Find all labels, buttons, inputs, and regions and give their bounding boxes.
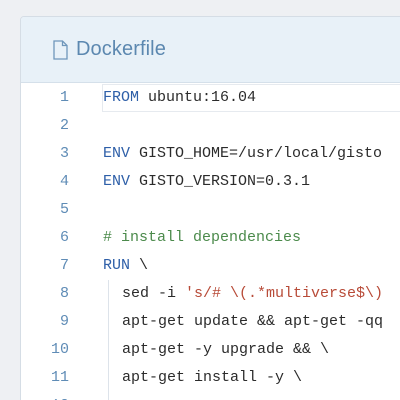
code-line[interactable]: 3 ENV GISTO_HOME=/usr/local/gisto — [21, 140, 400, 168]
string-token: 's/# \(.*multiverse$\) — [185, 285, 384, 302]
code-line[interactable]: 10 apt-get -y upgrade && \ — [21, 336, 400, 364]
line-code: # install dependencies — [103, 224, 301, 252]
line-number: 7 — [59, 257, 69, 274]
keyword-token: FROM — [103, 89, 140, 106]
code-token: apt-get install -y \ — [122, 369, 303, 386]
code-token: apt-get -y upgrade && \ — [122, 341, 330, 358]
line-code: apt-get -y upgrade && \ — [122, 336, 329, 364]
keyword-token: ENV — [103, 173, 131, 190]
code-token: sed -i — [122, 285, 186, 302]
file-icon — [53, 39, 68, 60]
code-line[interactable]: 5 — [21, 196, 400, 224]
line-code: sed -i 's/# \(.*multiverse$\) — [122, 280, 383, 308]
code-line[interactable]: 7 RUN \ — [21, 252, 400, 280]
line-number: 12 — [21, 392, 69, 400]
code-line[interactable]: 9 apt-get update && apt-get -qq — [21, 308, 400, 336]
code-view[interactable]: 1 FROM ubuntu:16.04 2 3 ENV GISTO_HOME=/usr/… — [21, 84, 400, 400]
code-line[interactable]: 12 — [21, 392, 400, 400]
code-token: GISTO_VERSION=0.3.1 — [130, 173, 311, 190]
line-number: 6 — [59, 229, 69, 246]
line-code: ENV GISTO_HOME=/usr/local/gisto — [103, 140, 382, 168]
code-file-card: Dockerfile 1 FROM ubuntu:16.04 2 3 ENV GISTO… — [20, 16, 400, 400]
code-token: ubuntu:16.04 — [139, 89, 257, 106]
code-token: \ — [130, 257, 149, 274]
line-number: 5 — [59, 201, 69, 218]
line-code: ENV GISTO_VERSION=0.3.1 — [103, 168, 310, 196]
code-token: GISTO_HOME=/usr/local/gisto — [130, 145, 383, 162]
line-number: 1 — [59, 89, 69, 106]
line-number: 3 — [59, 145, 69, 162]
keyword-token: RUN — [103, 257, 131, 274]
line-number: 11 — [50, 369, 69, 386]
keyword-token: ENV — [103, 145, 131, 162]
code-line[interactable]: 8 sed -i 's/# \(.*multiverse$\) — [21, 280, 400, 308]
code-line[interactable]: 11 apt-get install -y \ — [21, 364, 400, 392]
code-line[interactable]: 1 FROM ubuntu:16.04 — [21, 84, 400, 112]
line-number: 10 — [50, 341, 69, 358]
line-number: 8 — [59, 285, 69, 302]
line-code: RUN \ — [103, 252, 148, 280]
file-title: Dockerfile — [76, 38, 166, 60]
line-number: 9 — [59, 313, 69, 330]
indent-guide — [108, 308, 109, 336]
indent-guide — [108, 280, 109, 308]
code-line[interactable]: 6 # install dependencies — [21, 224, 400, 252]
code-line[interactable]: 2 — [21, 112, 400, 140]
code-line[interactable]: 4 ENV GISTO_VERSION=0.3.1 — [21, 168, 400, 196]
line-code: apt-get install -y \ — [122, 364, 302, 392]
line-number: 4 — [59, 173, 69, 190]
file-header: Dockerfile — [21, 17, 400, 83]
page: Dockerfile 1 FROM ubuntu:16.04 2 3 ENV GISTO… — [0, 0, 400, 400]
code-token: apt-get update && apt-get -qq — [122, 313, 384, 330]
line-number: 2 — [59, 117, 69, 134]
line-code: FROM ubuntu:16.04 — [103, 84, 256, 112]
line-code: apt-get update && apt-get -qq — [122, 308, 383, 336]
indent-guide — [108, 392, 109, 400]
comment-token: # install dependencies — [103, 229, 302, 246]
indent-guide — [108, 364, 109, 392]
indent-guide — [108, 336, 109, 364]
